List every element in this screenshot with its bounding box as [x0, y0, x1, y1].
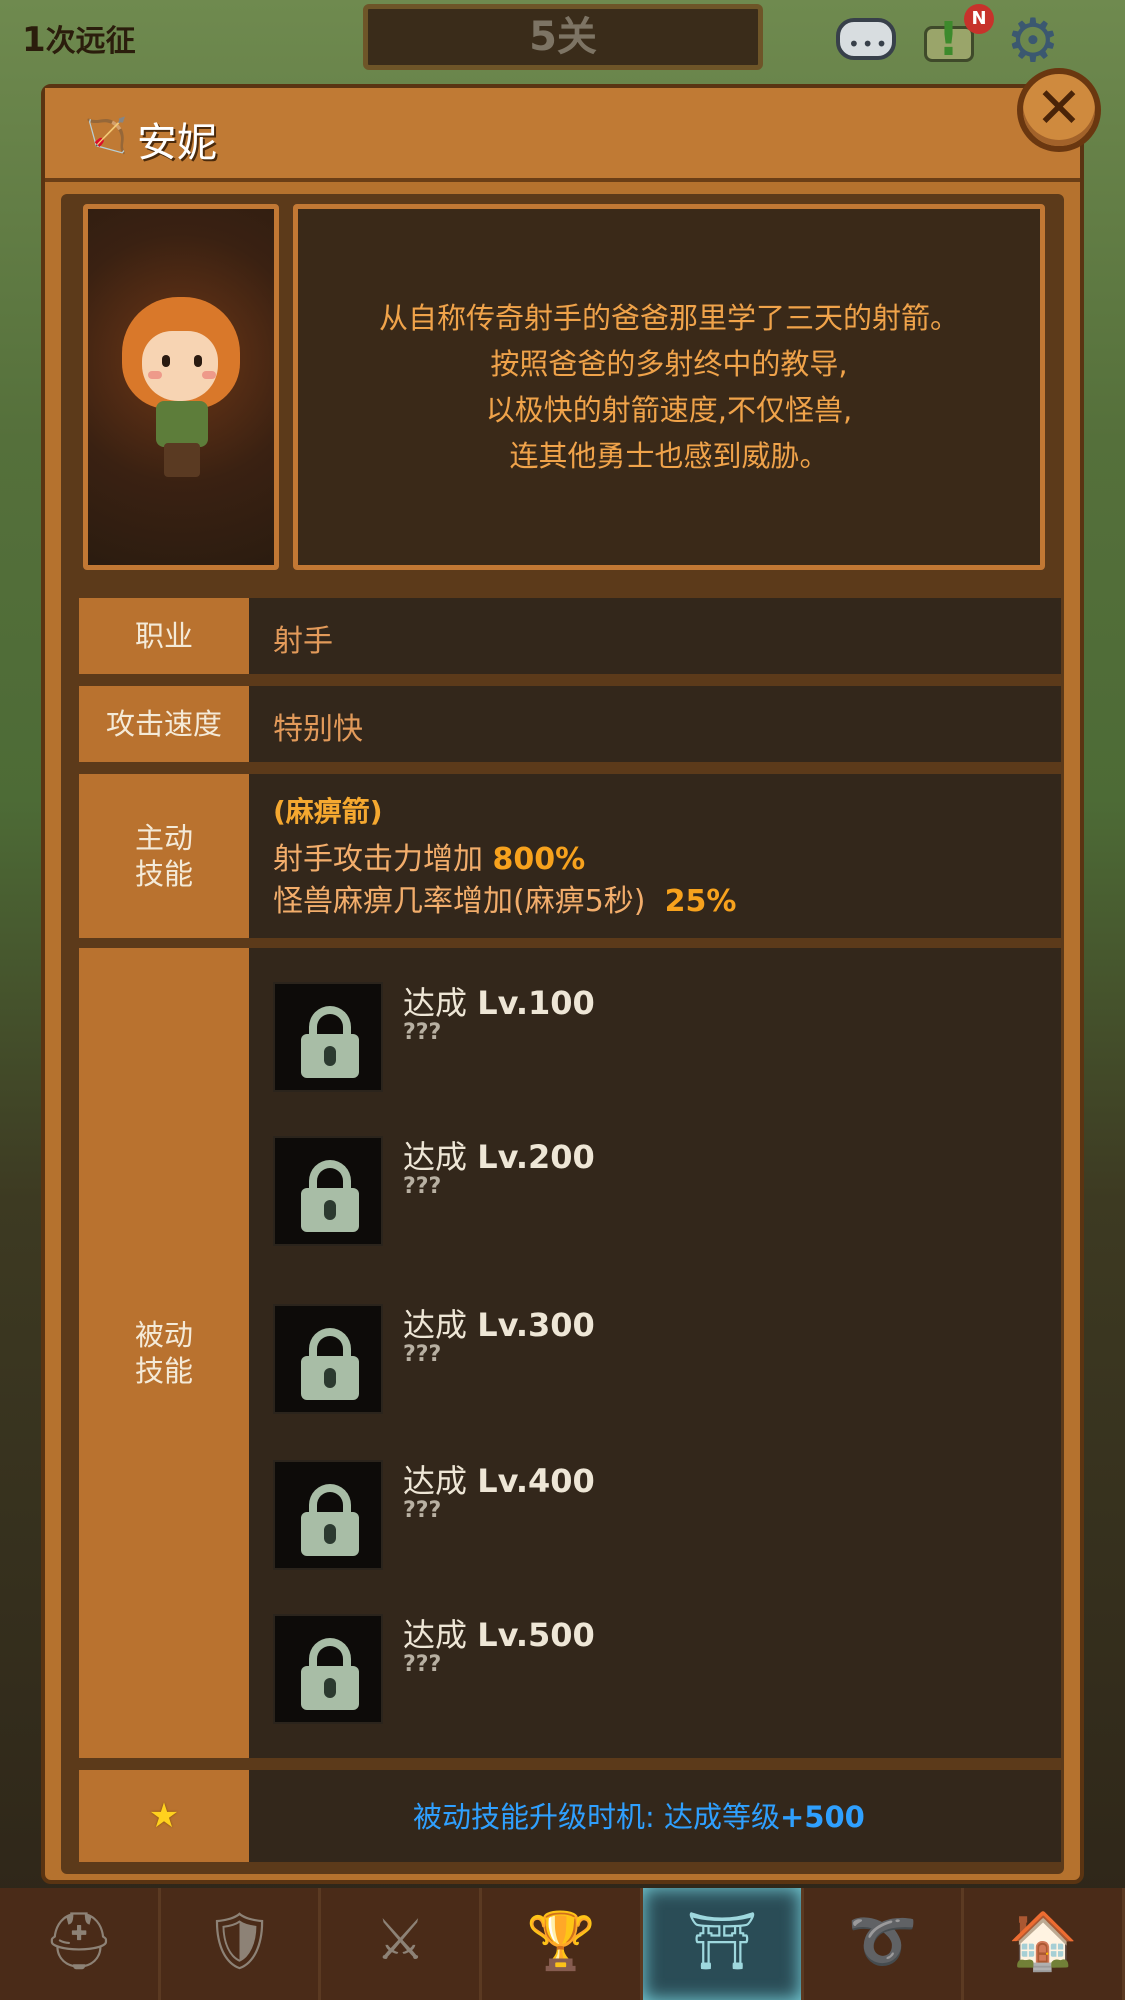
armor-icon: 🛡: [204, 1909, 276, 1974]
nav-tab-armor[interactable]: 🛡: [160, 1888, 322, 2000]
notification-badge: N: [964, 4, 994, 34]
passive-skill-desc: ???: [403, 1020, 442, 1045]
active-skill-effect-2: 怪兽麻痹几率增加(麻痹5秒) 25%: [273, 884, 737, 919]
passive-skill-requirement: 达成 Lv.300: [403, 1306, 595, 1344]
passive-skill-item[interactable]: 达成 Lv.200 ???: [273, 1136, 1033, 1246]
shop-icon: 🏠: [1008, 1909, 1079, 1974]
nav-tab-accessories[interactable]: ➰: [803, 1888, 965, 2000]
passive-skill-item[interactable]: 达成 Lv.300 ???: [273, 1304, 1033, 1414]
description-line: 以极快的射箭速度,不仅怪兽,: [485, 393, 853, 427]
expedition-label: 次远征: [45, 24, 136, 59]
passive-skill-desc: ???: [403, 1342, 442, 1367]
upgrade-info-text: 被动技能升级时机: 达成等级+500: [413, 1800, 865, 1834]
nav-tab-dungeon[interactable]: ⛩: [642, 1888, 804, 2000]
passive-skill-item[interactable]: 达成 Lv.500 ???: [273, 1614, 1033, 1724]
description-line: 按照爸爸的多射终中的教导,: [490, 347, 848, 381]
lock-icon: [273, 982, 383, 1092]
star-label: ★: [79, 1770, 249, 1862]
hero-description: 从自称传奇射手的爸爸那里学了三天的射箭。 按照爸爸的多射终中的教导, 以极快的射…: [379, 295, 959, 479]
passive-skill-desc: ???: [403, 1498, 442, 1523]
passive-skill-requirement: 达成 Lv.200: [403, 1138, 595, 1176]
active-skill-label: 主动技能: [79, 774, 249, 938]
description-line: 连其他勇士也感到威胁。: [509, 439, 829, 473]
stage-indicator: 5关: [363, 4, 763, 70]
expedition-count: 1: [22, 20, 46, 60]
attack-speed-value: 特别快: [273, 712, 363, 747]
passive-skill-desc: ???: [403, 1174, 442, 1199]
bottom-nav: ⛑ 🛡 ⚔ 🏆 ⛩ ➰ 🏠: [0, 1888, 1125, 2000]
dungeon-gate-icon: ⛩: [686, 1909, 758, 1974]
hero-name: 安妮: [137, 120, 217, 166]
hero-info-panel: 🏹 安妮 ✕ 从自称传奇射手的爸爸那里学了三天的射箭。 按照爸爸的多射终中的教导…: [41, 68, 1101, 1884]
class-value: 射手: [273, 624, 333, 659]
hero-sprite: [116, 297, 246, 487]
chat-icon[interactable]: •••: [836, 12, 898, 68]
passive-skill-row: 被动技能 达成 Lv.100 ??? 达成 Lv.200 ??? 达成 Lv.3…: [79, 948, 1061, 1758]
panel-header: 🏹 安妮: [45, 88, 1080, 182]
class-label: 职业: [79, 598, 249, 674]
bow-icon: 🏹: [85, 116, 128, 156]
passive-skill-requirement: 达成 Lv.500: [403, 1616, 595, 1654]
star-icon: ★: [148, 1796, 180, 1836]
passive-skill-requirement: 达成 Lv.100: [403, 984, 595, 1022]
belt-icon: ➰: [847, 1909, 918, 1974]
crossed-swords-icon: ⚔: [375, 1908, 426, 1973]
hero-description-box: 从自称传奇射手的爸爸那里学了三天的射箭。 按照爸爸的多射终中的教导, 以极快的射…: [293, 204, 1045, 570]
attack-speed-row: 攻击速度 特别快: [79, 686, 1061, 762]
quest-icon[interactable]: ! N: [920, 4, 994, 68]
gear-icon[interactable]: ⚙: [1004, 6, 1066, 76]
expedition-counter: 1次远征: [22, 16, 136, 60]
trophy-icon: 🏆: [526, 1909, 596, 1974]
nav-tab-heroes[interactable]: ⛑: [0, 1888, 161, 2000]
close-button[interactable]: ✕: [1017, 68, 1101, 152]
passive-skill-label: 被动技能: [79, 948, 249, 1758]
description-line: 从自称传奇射手的爸爸那里学了三天的射箭。: [378, 301, 959, 335]
upgrade-info-row: ★ 被动技能升级时机: 达成等级+500: [79, 1770, 1061, 1862]
nav-tab-weapons[interactable]: ⚔: [321, 1888, 483, 2000]
top-hud: 1次远征 5关 ••• ! N ⚙: [0, 0, 1125, 80]
active-skill-effect-1: 射手攻击力增加 800%: [273, 842, 586, 877]
lock-icon: [273, 1460, 383, 1570]
hero-portrait: [83, 204, 279, 570]
passive-skill-desc: ???: [403, 1652, 442, 1677]
lock-icon: [273, 1136, 383, 1246]
nav-tab-relics[interactable]: 🏆: [482, 1888, 643, 2000]
passive-skill-item[interactable]: 达成 Lv.400 ???: [273, 1460, 1033, 1570]
passive-skill-item[interactable]: 达成 Lv.100 ???: [273, 982, 1033, 1092]
attack-speed-label: 攻击速度: [79, 686, 249, 762]
lock-icon: [273, 1614, 383, 1724]
active-skill-name: (麻痹箭): [273, 795, 383, 828]
class-row: 职业 射手: [79, 598, 1061, 674]
nav-tab-shop[interactable]: 🏠: [964, 1888, 1125, 2000]
knight-helmet-icon: ⛑: [43, 1909, 115, 1974]
passive-skill-requirement: 达成 Lv.400: [403, 1462, 595, 1500]
active-skill-row: 主动技能 (麻痹箭) 射手攻击力增加 800% 怪兽麻痹几率增加(麻痹5秒) 2…: [79, 774, 1061, 938]
lock-icon: [273, 1304, 383, 1414]
